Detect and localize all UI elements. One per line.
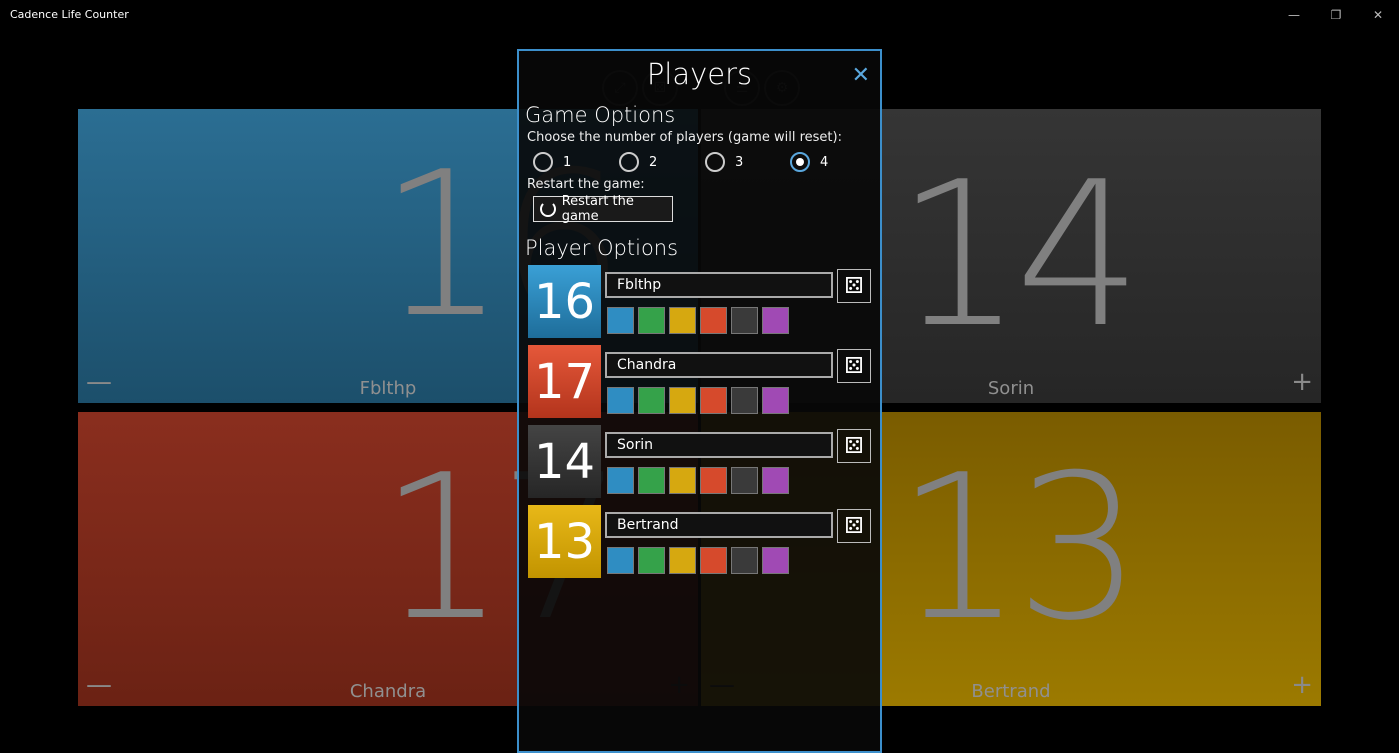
radio-circle: [619, 152, 639, 172]
swatch-black[interactable]: [731, 387, 758, 414]
swatch-black[interactable]: [731, 547, 758, 574]
life-tile: 17: [528, 345, 601, 418]
swatch-red[interactable]: [700, 467, 727, 494]
restart-button-label: Restart the game: [561, 194, 634, 224]
radio-3-players[interactable]: 3: [705, 152, 743, 172]
swatch-yellow[interactable]: [669, 387, 696, 414]
players-dialog: Players ✕ Game Options Choose the number…: [517, 49, 882, 753]
dice-icon[interactable]: ⚄: [837, 269, 871, 303]
swatch-green[interactable]: [638, 467, 665, 494]
player-count-label: Choose the number of players (game will …: [527, 130, 842, 145]
swatch-yellow[interactable]: [669, 307, 696, 334]
dice-icon[interactable]: ⚄: [837, 429, 871, 463]
radio-label: 3: [735, 154, 744, 170]
increment-button[interactable]: +: [1291, 367, 1313, 397]
swatch-red[interactable]: [700, 547, 727, 574]
increment-button[interactable]: +: [1291, 670, 1313, 700]
dialog-title: Players: [646, 57, 753, 91]
radio-label: 1: [563, 154, 572, 170]
swatch-purple[interactable]: [762, 307, 789, 334]
swatch-purple[interactable]: [762, 467, 789, 494]
swatch-blue[interactable]: [607, 307, 634, 334]
swatch-yellow[interactable]: [669, 467, 696, 494]
swatch-blue[interactable]: [607, 387, 634, 414]
swatch-red[interactable]: [700, 307, 727, 334]
refresh-icon: [540, 201, 556, 217]
close-window-button[interactable]: ✕: [1357, 0, 1399, 30]
swatch-red[interactable]: [700, 387, 727, 414]
life-tile: 14: [528, 425, 601, 498]
game-options-heading: Game Options: [525, 103, 676, 127]
player-name-field[interactable]: [605, 272, 833, 298]
swatch-purple[interactable]: [762, 387, 789, 414]
radio-label: 4: [820, 154, 829, 170]
swatch-purple[interactable]: [762, 547, 789, 574]
decrement-button[interactable]: —: [86, 670, 112, 700]
life-tile: 16: [528, 265, 601, 338]
title-bar: Cadence Life Counter — ❐ ✕: [0, 0, 1399, 30]
color-swatches: [607, 467, 789, 494]
player-name-field[interactable]: [605, 432, 833, 458]
player-row-bertrand: 13 ⚄: [528, 505, 873, 579]
color-swatches: [607, 387, 789, 414]
restore-button[interactable]: ❐: [1315, 0, 1357, 30]
player-name-field[interactable]: [605, 352, 833, 378]
swatch-green[interactable]: [638, 547, 665, 574]
player-row-fblthp: 16 ⚄: [528, 265, 873, 339]
swatch-green[interactable]: [638, 307, 665, 334]
radio-2-players[interactable]: 2: [619, 152, 657, 172]
swatch-blue[interactable]: [607, 467, 634, 494]
restart-label: Restart the game:: [527, 177, 645, 192]
player-row-sorin: 14 ⚄: [528, 425, 873, 499]
dice-icon[interactable]: ⚄: [837, 509, 871, 543]
radio-circle: [705, 152, 725, 172]
close-icon[interactable]: ✕: [852, 63, 870, 88]
radio-circle-selected: [790, 152, 810, 172]
color-swatches: [607, 307, 789, 334]
swatch-yellow[interactable]: [669, 547, 696, 574]
player-options-heading: Player Options: [525, 236, 679, 260]
swatch-black[interactable]: [731, 307, 758, 334]
decrement-button[interactable]: —: [86, 367, 112, 397]
minimize-button[interactable]: —: [1273, 0, 1315, 30]
app-title: Cadence Life Counter: [10, 8, 129, 21]
player-name-field[interactable]: [605, 512, 833, 538]
swatch-black[interactable]: [731, 467, 758, 494]
restart-button[interactable]: Restart the game: [533, 194, 673, 224]
radio-4-players[interactable]: 4: [790, 152, 828, 172]
swatch-green[interactable]: [638, 387, 665, 414]
radio-1-player[interactable]: 1: [533, 152, 571, 172]
radio-label: 2: [649, 154, 658, 170]
player-row-chandra: 17 ⚄: [528, 345, 873, 419]
color-swatches: [607, 547, 789, 574]
radio-circle: [533, 152, 553, 172]
swatch-blue[interactable]: [607, 547, 634, 574]
dice-icon[interactable]: ⚄: [837, 349, 871, 383]
life-tile: 13: [528, 505, 601, 578]
